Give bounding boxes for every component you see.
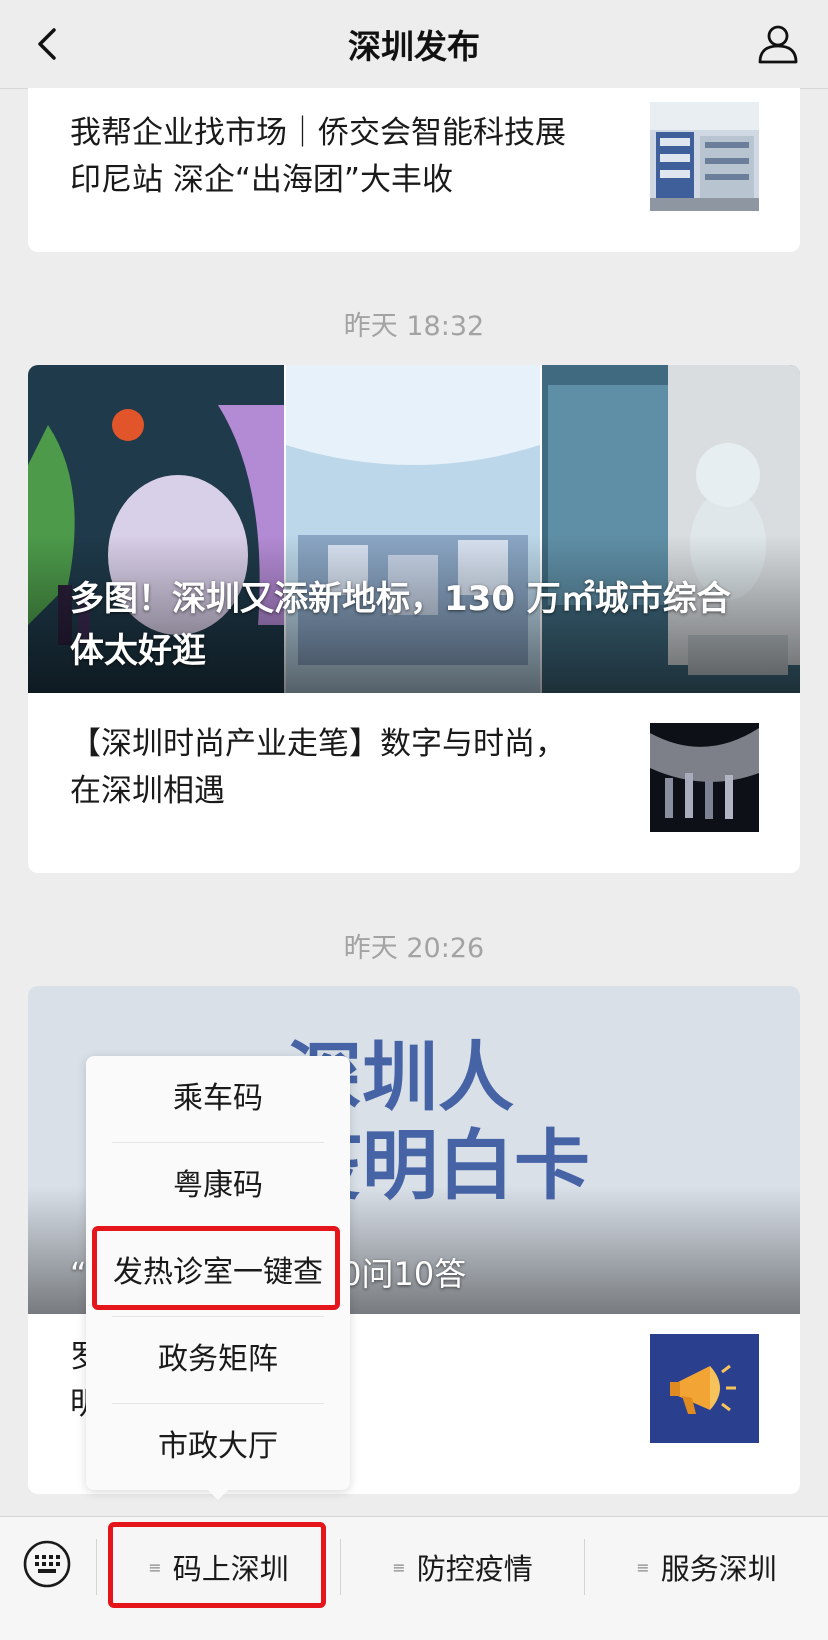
highlight-box-tab bbox=[108, 1522, 326, 1608]
article-title-line: 印尼站 深企“出海团”大丰收 bbox=[70, 162, 453, 198]
profile-icon[interactable] bbox=[756, 22, 800, 66]
menu-item-city-hall[interactable]: 市政大厅 bbox=[86, 1404, 350, 1490]
article-thumbnail bbox=[650, 102, 759, 211]
hero-caption-line: 多图！深圳又添新地标，130 万㎡城市综合 bbox=[70, 579, 731, 619]
tab-epidemic-control[interactable]: ≡ 防控疫情 bbox=[341, 1517, 584, 1617]
hero-image[interactable]: 多图！深圳又添新地标，130 万㎡城市综合 体太好逛 bbox=[28, 365, 800, 693]
article-title-line: 我帮企业找市场｜侨交会智能科技展 bbox=[70, 115, 566, 151]
tab-label: 服务深圳 bbox=[660, 1552, 777, 1586]
back-arrow-icon[interactable] bbox=[28, 24, 68, 64]
article-thumbnail bbox=[650, 1334, 759, 1443]
article-thumbnail bbox=[650, 723, 759, 832]
hero-caption-line: 体太好逛 bbox=[70, 631, 206, 671]
menu-item-health-code[interactable]: 粤康码 bbox=[86, 1143, 350, 1229]
article-group-card: 多图！深圳又添新地标，130 万㎡城市综合 体太好逛 【深圳时尚产业走笔】数字与… bbox=[28, 365, 800, 873]
sub-article-row[interactable]: 【深圳时尚产业走笔】数字与时尚， 在深圳相遇 bbox=[28, 693, 800, 873]
tab-service-shenzhen[interactable]: ≡ 服务深圳 bbox=[585, 1517, 828, 1617]
article-title-line: 【深圳时尚产业走笔】数字与时尚， bbox=[70, 726, 566, 762]
menu-item-government-matrix[interactable]: 政务矩阵 bbox=[86, 1317, 350, 1403]
top-navigation-bar: 深圳发布 bbox=[0, 0, 828, 89]
timestamp: 昨天 18:32 bbox=[343, 311, 485, 342]
menu-lines-icon: ≡ bbox=[392, 1557, 405, 1577]
timestamp: 昨天 20:26 bbox=[343, 933, 485, 964]
article-title-line: 在深圳相遇 bbox=[70, 773, 225, 809]
page-title: 深圳发布 bbox=[348, 27, 480, 66]
keyboard-icon[interactable] bbox=[22, 1539, 72, 1589]
menu-item-ride-code[interactable]: 乘车码 bbox=[86, 1056, 350, 1142]
article-card[interactable]: 我帮企业找市场｜侨交会智能科技展 印尼站 深企“出海团”大丰收 bbox=[28, 88, 800, 252]
highlight-box-menu-item bbox=[92, 1226, 340, 1310]
menu-lines-icon: ≡ bbox=[636, 1557, 649, 1577]
tab-label: 防控疫情 bbox=[416, 1552, 533, 1586]
